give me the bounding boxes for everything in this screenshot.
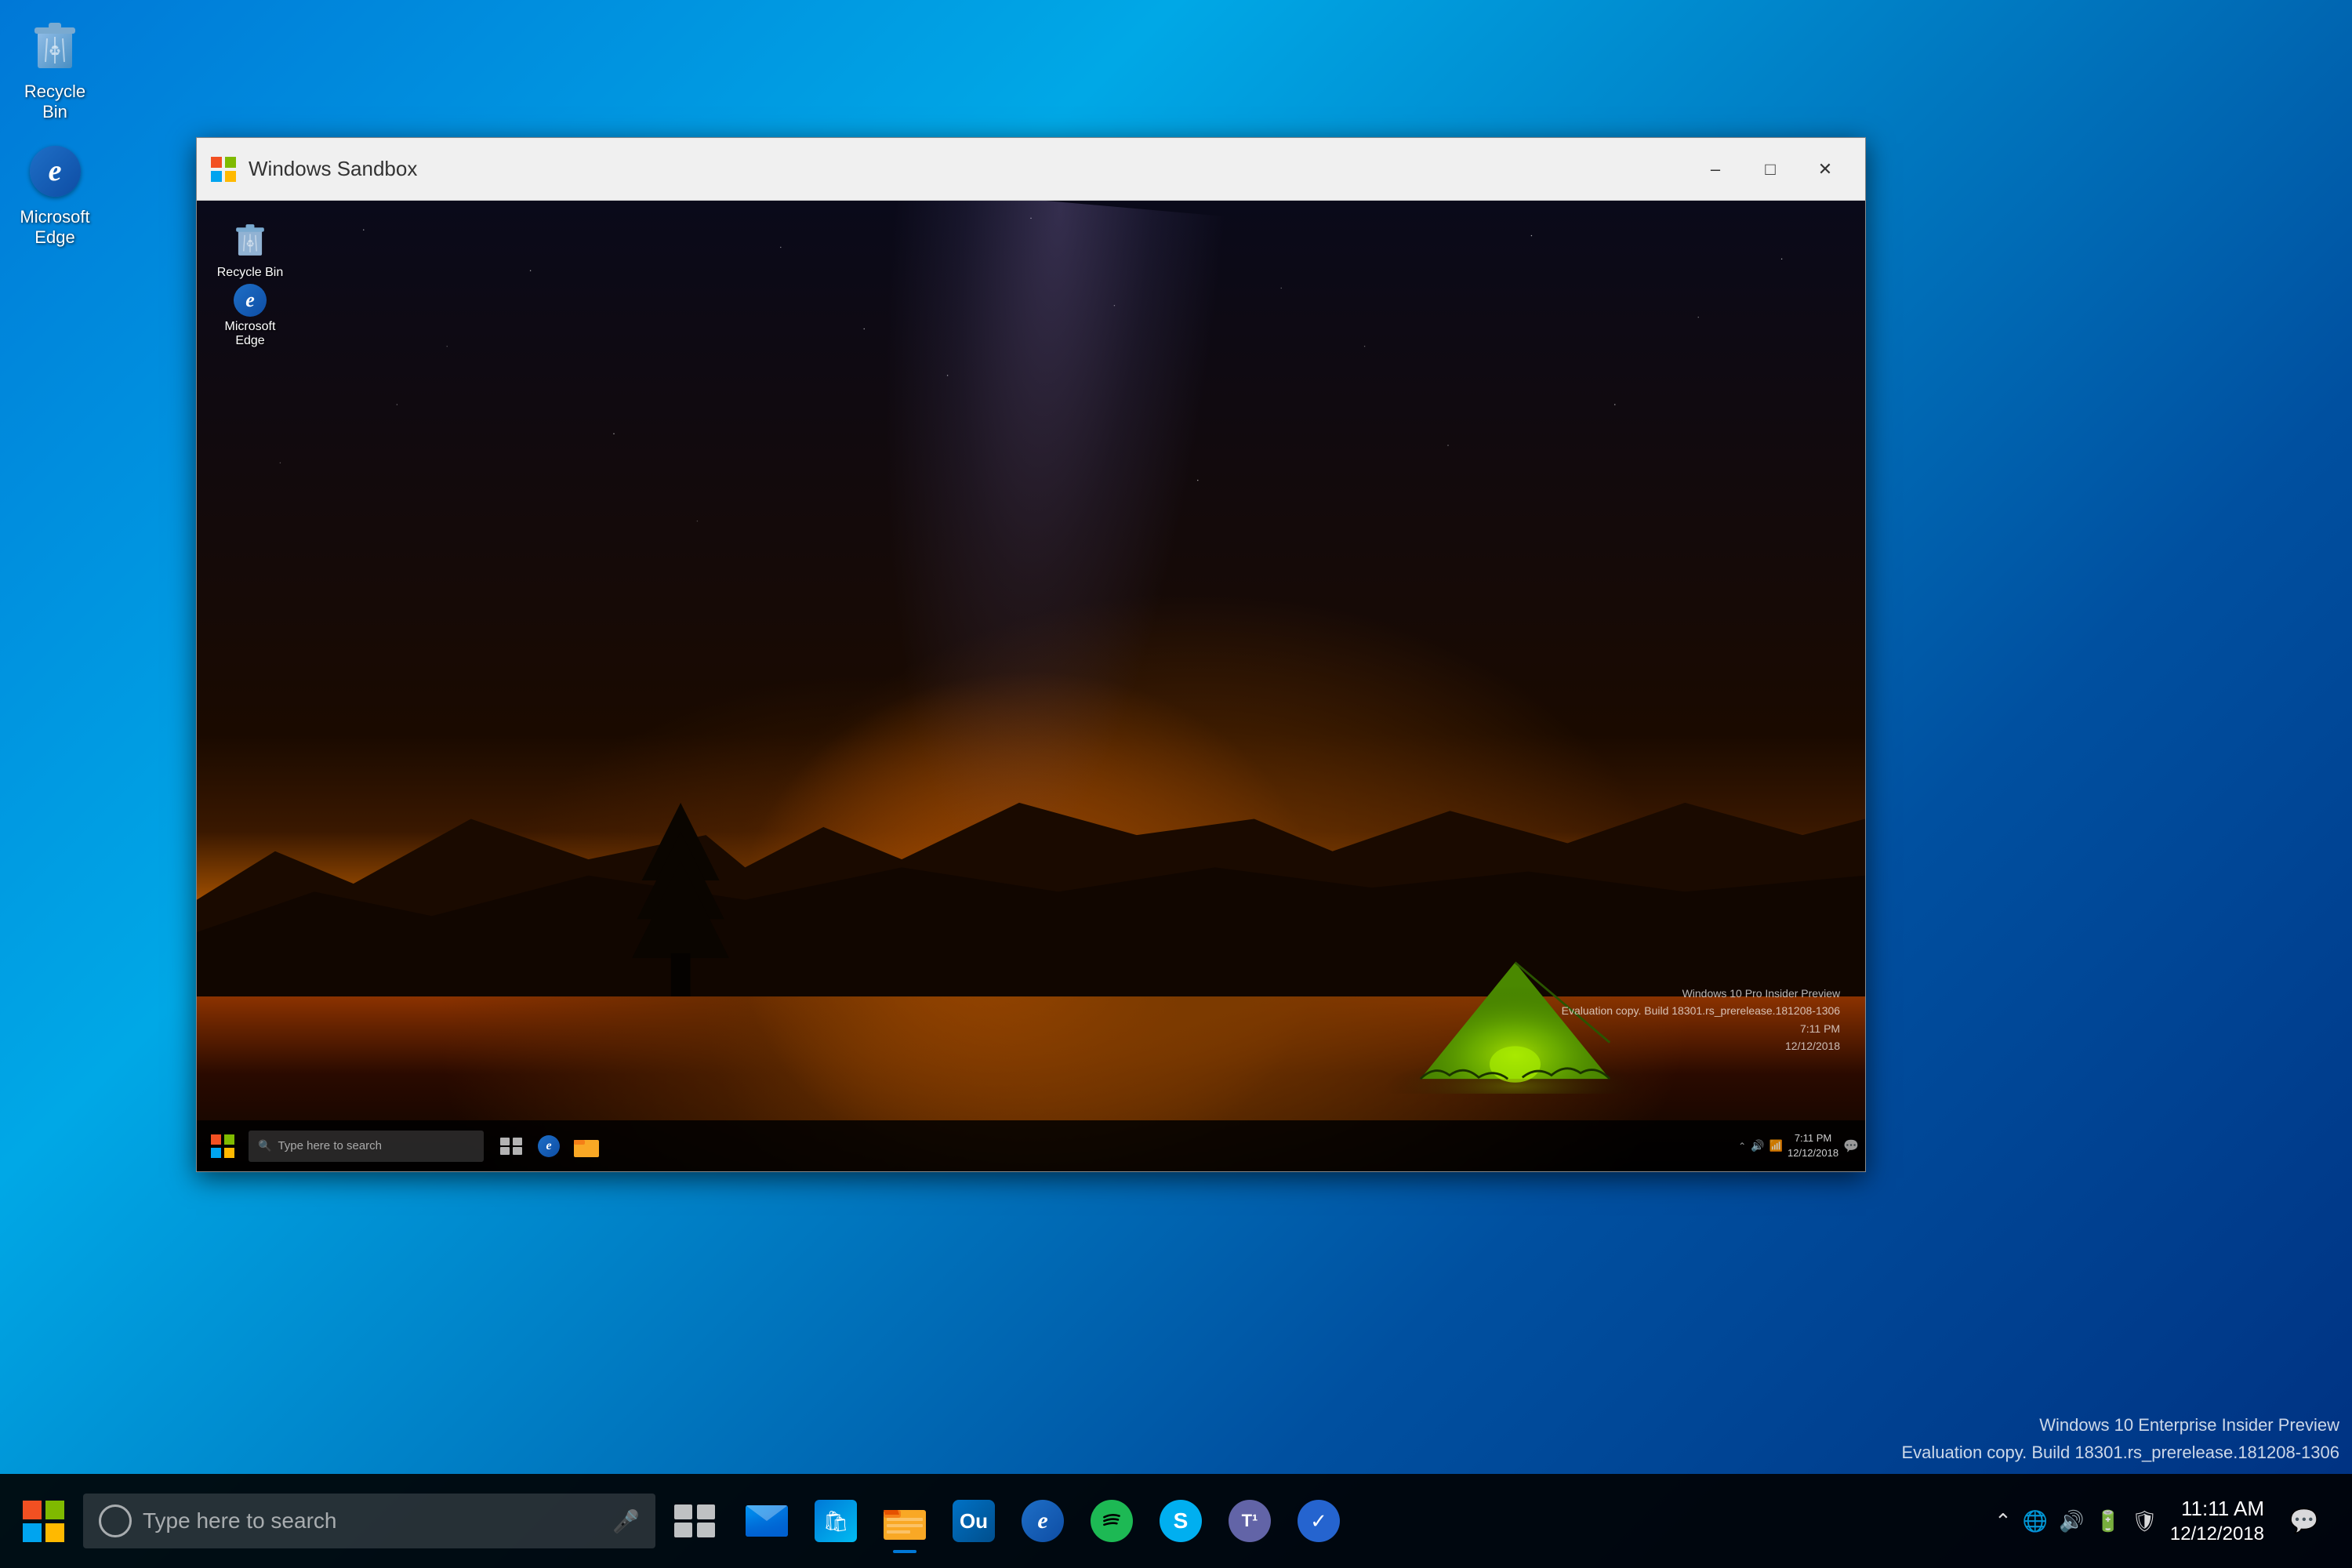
systray-icons: ⌃ 🌐 🔊 🔋 🛡 — [1994, 1509, 2158, 1534]
inner-build-info-line2: Evaluation copy. Build 18301.rs_prerelea… — [1562, 1002, 1840, 1019]
teams-taskbar-icon[interactable]: T¹ — [1218, 1486, 1281, 1556]
inner-search-bar[interactable]: 🔍 Type here to search — [249, 1131, 484, 1162]
todo-icon: ✓ — [1298, 1500, 1340, 1542]
inner-edge-label: Microsoft Edge — [216, 320, 285, 348]
skype-taskbar-icon[interactable]: S — [1149, 1486, 1212, 1556]
clock-date: 12/12/2018 — [2170, 1522, 2264, 1546]
volume-icon[interactable]: 🔊 — [2059, 1509, 2084, 1534]
minimize-button[interactable]: – — [1688, 150, 1743, 189]
taskbar: Type here to search 🎤 🛍 — [0, 1474, 2352, 1568]
file-explorer-icon — [884, 1502, 926, 1540]
inner-edge-icon: e — [234, 284, 267, 317]
systray: ⌃ 🌐 🔊 🔋 🛡 11:11 AM 12/12/2018 💬 — [1994, 1494, 2344, 1548]
svg-text:♻: ♻ — [49, 43, 61, 59]
search-circle-icon — [99, 1504, 132, 1537]
clock-time: 11:11 AM — [2170, 1496, 2264, 1523]
outer-build-info: Windows 10 Enterprise Insider Preview Ev… — [1901, 1411, 2339, 1466]
recycle-bin-icon: ♻ — [24, 14, 86, 77]
outlook-icon: Ou — [953, 1500, 995, 1542]
sandbox-window: Windows Sandbox – □ ✕ — [196, 137, 1866, 1172]
desktop-icon-edge[interactable]: e Microsoft Edge — [8, 133, 102, 254]
start-button[interactable] — [8, 1486, 78, 1556]
sandbox-content: Windows 10 Pro Insider Preview Evaluatio… — [197, 201, 1865, 1171]
titlebar-controls: – □ ✕ — [1688, 150, 1853, 189]
inner-taskview-icon[interactable] — [496, 1131, 526, 1161]
skype-icon: S — [1160, 1500, 1202, 1542]
inner-clock[interactable]: 7:11 PM 12/12/2018 — [1788, 1131, 1838, 1160]
svg-text:♻: ♻ — [245, 238, 254, 249]
clock-area[interactable]: 11:11 AM 12/12/2018 — [2170, 1496, 2264, 1547]
search-bar[interactable]: Type here to search 🎤 — [83, 1494, 655, 1548]
outlook-taskbar-icon[interactable]: Ou — [942, 1486, 1005, 1556]
mail-icon — [746, 1505, 788, 1537]
sandbox-title-text: Windows Sandbox — [249, 157, 1688, 181]
inner-clock-date: 12/12/2018 — [1788, 1146, 1838, 1160]
notification-button[interactable]: 💬 — [2277, 1494, 2332, 1548]
spotify-icon — [1091, 1500, 1133, 1542]
inner-build-info-line1: Windows 10 Pro Insider Preview — [1562, 985, 1840, 1002]
edge-icon: e — [24, 140, 86, 202]
taskbar-app-icons: 🛍 Ou — [735, 1486, 1350, 1556]
store-icon: 🛍 — [815, 1500, 857, 1542]
chevron-up-icon[interactable]: ⌃ — [1994, 1509, 2012, 1534]
taskview-button[interactable] — [663, 1490, 726, 1552]
outer-build-info-line1: Windows 10 Enterprise Insider Preview — [1901, 1411, 2339, 1439]
network-icon[interactable]: 🌐 — [2023, 1509, 2048, 1534]
microphone-icon[interactable]: 🎤 — [612, 1508, 640, 1534]
search-placeholder: Type here to search — [143, 1508, 336, 1534]
file-explorer-taskbar-icon[interactable] — [873, 1486, 936, 1556]
outer-build-info-line2: Evaluation copy. Build 18301.rs_prerelea… — [1901, 1439, 2339, 1466]
inner-systray: ⌃ 🔊 📶 7:11 PM 12/12/2018 💬 — [1738, 1131, 1859, 1160]
inner-recycle-bin-label: Recycle Bin — [217, 266, 283, 280]
inner-taskbar-icons: e — [496, 1131, 601, 1161]
inner-build-info-line3: 7:11 PM — [1562, 1020, 1840, 1037]
inner-edge-taskbar-icon[interactable]: e — [534, 1131, 564, 1161]
inner-build-info: Windows 10 Pro Insider Preview Evaluatio… — [1562, 985, 1840, 1055]
inner-desktop-icon-edge[interactable]: e Microsoft Edge — [211, 279, 289, 353]
inner-wallpaper: Windows 10 Pro Insider Preview Evaluatio… — [197, 201, 1865, 1171]
store-taskbar-icon[interactable]: 🛍 — [804, 1486, 867, 1556]
inner-taskbar: 🔍 Type here to search e — [197, 1120, 1865, 1171]
edge-taskbar-icon[interactable]: e — [1011, 1486, 1074, 1556]
inner-start-button[interactable] — [203, 1127, 242, 1166]
inner-recycle-bin-icon: ♻ — [234, 221, 267, 263]
edge-icon-taskbar: e — [1022, 1500, 1064, 1542]
inner-clock-time: 7:11 PM — [1788, 1131, 1838, 1145]
spotify-taskbar-icon[interactable] — [1080, 1486, 1143, 1556]
close-button[interactable]: ✕ — [1798, 150, 1853, 189]
sandbox-titlebar: Windows Sandbox – □ ✕ — [197, 138, 1865, 201]
sandbox-title-icon — [209, 155, 238, 183]
inner-search-placeholder: Type here to search — [278, 1139, 382, 1152]
desktop-icon-recycle-bin[interactable]: ♻ Recycle Bin — [8, 8, 102, 129]
battery-icon[interactable]: 🔋 — [2095, 1509, 2120, 1534]
edge-label: Microsoft Edge — [14, 207, 96, 248]
teams-icon: T¹ — [1229, 1500, 1271, 1542]
mail-taskbar-icon[interactable] — [735, 1486, 798, 1556]
active-indicator — [893, 1550, 916, 1553]
security-icon[interactable]: 🛡 — [2132, 1509, 2158, 1534]
inner-build-info-line4: 12/12/2018 — [1562, 1037, 1840, 1054]
maximize-button[interactable]: □ — [1743, 150, 1798, 189]
inner-desktop-icon-recycle-bin[interactable]: ♻ Recycle Bin — [211, 216, 289, 285]
trees — [614, 803, 747, 997]
recycle-bin-label: Recycle Bin — [14, 82, 96, 122]
todo-taskbar-icon[interactable]: ✓ — [1287, 1486, 1350, 1556]
inner-file-explorer-icon[interactable] — [572, 1131, 601, 1161]
